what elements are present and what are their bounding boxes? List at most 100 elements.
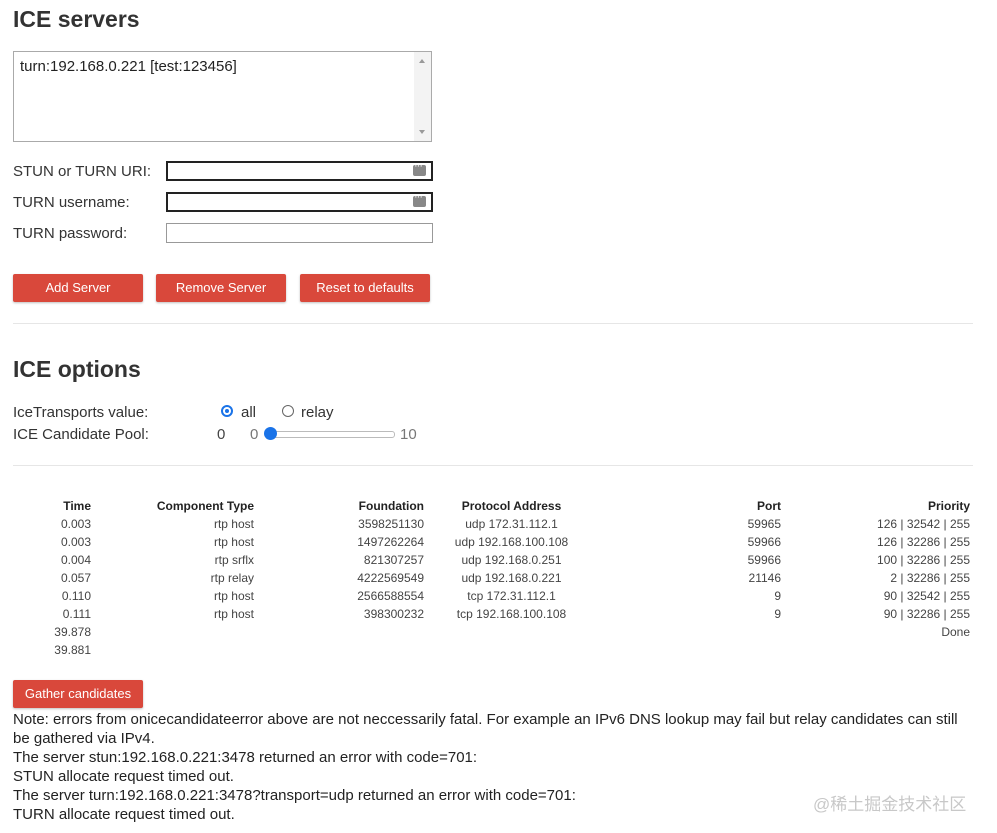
reset-defaults-button[interactable]: Reset to defaults: [300, 274, 430, 302]
keyboard-icon[interactable]: [413, 160, 426, 176]
cell-time: 39.878: [54, 625, 91, 639]
col-foundation: Foundation: [358, 499, 424, 513]
table-row: 0.004 rtp srflx 821307257 udp 192.168.0.…: [13, 551, 970, 569]
scroll-up-icon[interactable]: [419, 59, 425, 63]
cell-foundation: 398300232: [363, 607, 424, 621]
cell-foundation: 4222569549: [357, 571, 424, 585]
candidates-table: Time Component Type Foundation Protocol …: [13, 497, 970, 659]
cell-address: udp 192.168.0.221: [461, 571, 562, 585]
ice-servers-heading: ICE servers: [13, 6, 140, 32]
slider-max-label: 10: [400, 426, 417, 443]
divider: [13, 323, 973, 324]
cell-priority: 126 | 32286 | 255: [877, 535, 970, 549]
cell-component: rtp host: [213, 517, 254, 531]
cell-priority: 90 | 32542 | 255: [883, 589, 970, 603]
cell-time: 0.004: [60, 553, 91, 567]
cell-foundation: 821307257: [363, 553, 424, 567]
cell-component: rtp srflx: [214, 553, 254, 567]
username-row: TURN username:: [13, 191, 435, 214]
cell-port: 21146: [748, 571, 781, 585]
transport-all-label[interactable]: all: [241, 404, 256, 421]
cell-time: 39.881: [54, 643, 91, 657]
watermark: @稀土掘金技术社区: [813, 795, 967, 814]
table-row: 0.110 rtp host 2566588554 tcp 172.31.112…: [13, 587, 970, 605]
pool-value: 0: [217, 426, 226, 443]
pool-slider-thumb[interactable]: [264, 427, 277, 440]
cell-port: 59966: [747, 535, 781, 549]
cell-time: 0.110: [61, 589, 91, 603]
error-note: Note: errors from onicecandidateerror ab…: [13, 711, 958, 747]
add-server-button[interactable]: Add Server: [13, 274, 143, 302]
transport-all-radio[interactable]: [221, 405, 233, 417]
cell-address: udp 192.168.0.251: [461, 553, 562, 567]
cell-port: [599, 623, 781, 641]
cell-port: [599, 641, 781, 659]
uri-label: STUN or TURN URI:: [13, 163, 152, 180]
password-input[interactable]: [166, 223, 433, 243]
username-input[interactable]: [166, 191, 433, 212]
cell-foundation: 1497262264: [357, 535, 424, 549]
cell-priority: 90 | 32286 | 255: [883, 607, 970, 621]
table-row: 0.057 rtp relay 4222569549 udp 192.168.0…: [13, 569, 970, 587]
cell-foundation: 2566588554: [357, 589, 424, 603]
col-component-type: Component Type: [156, 499, 254, 513]
cell-port: 59966: [747, 553, 781, 567]
col-protocol-address: Protocol Address: [461, 499, 562, 513]
remove-server-button[interactable]: Remove Server: [156, 274, 286, 302]
cell-address: tcp 172.31.112.1: [467, 589, 556, 603]
cell-port: 59965: [747, 517, 781, 531]
cell-address: udp 192.168.100.108: [454, 535, 569, 549]
cell-component: [91, 641, 254, 659]
cell-component: rtp host: [213, 589, 254, 603]
server-list-scrollbar[interactable]: [414, 52, 431, 141]
server-list[interactable]: turn:192.168.0.221 [test:123456]: [13, 51, 432, 142]
gather-candidates-button[interactable]: Gather candidates: [13, 680, 143, 708]
cell-address: tcp 192.168.100.108: [456, 607, 567, 621]
cell-component: rtp relay: [210, 571, 254, 585]
transport-relay-radio[interactable]: [282, 405, 294, 417]
cell-port: 9: [774, 607, 781, 621]
uri-input[interactable]: [166, 160, 433, 181]
transports-label: IceTransports value:: [13, 404, 149, 421]
password-label: TURN password:: [13, 225, 128, 242]
cell-foundation: [254, 641, 424, 659]
cell-foundation: 3598251130: [358, 517, 424, 531]
cell-port: 9: [774, 589, 781, 603]
keyboard-icon[interactable]: [413, 191, 426, 207]
cell-time: 0.003: [60, 517, 91, 531]
table-row: 0.111 rtp host 398300232 tcp 192.168.100…: [13, 605, 970, 623]
cell-time: 0.111: [62, 607, 91, 621]
cell-component: [91, 623, 254, 641]
username-label: TURN username:: [13, 194, 130, 211]
slider-min-label: 0: [250, 426, 259, 443]
table-row: 0.003 rtp host 1497262264 udp 192.168.10…: [13, 533, 970, 551]
pool-label: ICE Candidate Pool:: [13, 426, 149, 443]
cell-component: rtp host: [213, 607, 254, 621]
cell-priority: 2 | 32286 | 255: [890, 571, 970, 585]
cell-foundation: [254, 623, 424, 641]
table-row: 39.878 Done: [13, 623, 970, 641]
server-list-item[interactable]: turn:192.168.0.221 [test:123456]: [20, 58, 237, 75]
cell-priority: 100 | 32286 | 255: [877, 553, 970, 567]
cell-time: 0.057: [60, 571, 91, 585]
cell-address: [424, 623, 599, 641]
cell-address: udp 172.31.112.1: [465, 517, 558, 531]
cell-component: rtp host: [213, 535, 254, 549]
col-time: Time: [63, 499, 91, 513]
password-row: TURN password:: [13, 223, 435, 245]
divider: [13, 465, 973, 466]
cell-priority: Done: [941, 625, 970, 639]
scroll-down-icon[interactable]: [419, 130, 425, 134]
pool-slider-track[interactable]: [269, 431, 395, 438]
transport-relay-label[interactable]: relay: [301, 404, 334, 421]
cell-time: 0.003: [60, 535, 91, 549]
cell-address: [424, 641, 599, 659]
table-header-row: Time Component Type Foundation Protocol …: [13, 497, 970, 515]
table-row: 39.881: [13, 641, 970, 659]
error-line: STUN allocate request timed out.: [13, 768, 234, 785]
error-line: The server stun:192.168.0.221:3478 retur…: [13, 749, 478, 766]
col-port: Port: [757, 499, 781, 513]
col-priority: Priority: [927, 499, 970, 513]
uri-row: STUN or TURN URI:: [13, 160, 435, 183]
table-row: 0.003 rtp host 3598251130 udp 172.31.112…: [13, 515, 970, 533]
